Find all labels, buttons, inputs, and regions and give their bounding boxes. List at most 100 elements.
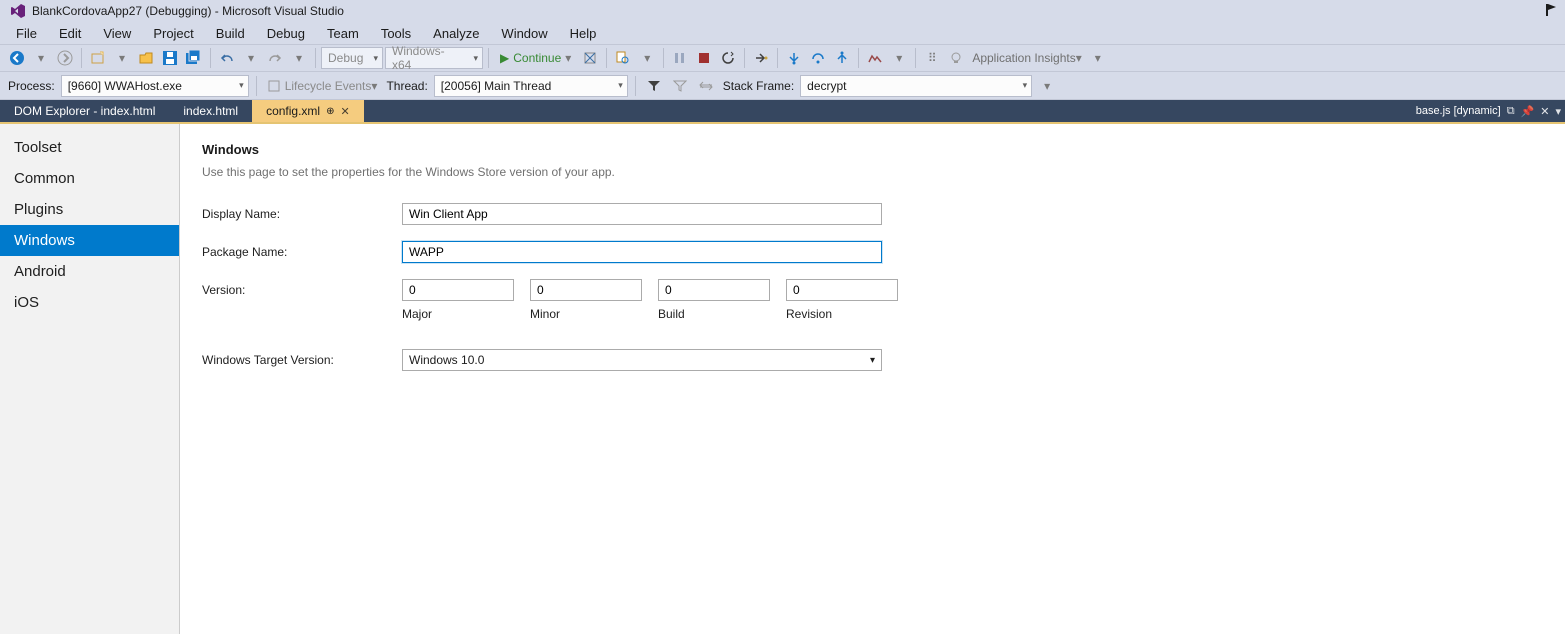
menu-view[interactable]: View xyxy=(93,24,141,43)
find-in-files-button[interactable] xyxy=(612,47,634,69)
section-description: Use this page to set the properties for … xyxy=(202,165,1543,179)
debug-toolbar: Process: [9660] WWAHost.exe Lifecycle Ev… xyxy=(0,72,1565,100)
target-version-dropdown[interactable]: Windows 10.0 xyxy=(402,349,882,371)
open-file-button[interactable] xyxy=(135,47,157,69)
stackframe-value: decrypt xyxy=(807,79,846,93)
dropdown-caret-icon[interactable]: ▾ xyxy=(288,47,310,69)
diagnostic-tools-button[interactable] xyxy=(864,47,886,69)
version-revision-input[interactable] xyxy=(786,279,898,301)
dropdown-caret-icon[interactable]: ▾ xyxy=(30,47,52,69)
process-value: [9660] WWAHost.exe xyxy=(68,79,182,93)
separator xyxy=(635,76,636,96)
sidebar-item-ios[interactable]: iOS xyxy=(0,287,179,318)
tab-config-active[interactable]: config.xml ⊕ ✕ xyxy=(252,100,364,122)
menu-analyze[interactable]: Analyze xyxy=(423,24,489,43)
menu-window[interactable]: Window xyxy=(491,24,557,43)
titlebar: BlankCordovaApp27 (Debugging) - Microsof… xyxy=(0,0,1565,22)
sidebar-item-toolset[interactable]: Toolset xyxy=(0,132,179,163)
grip-icon: ⠿ xyxy=(921,47,943,69)
tab-dom-explorer[interactable]: DOM Explorer - index.html xyxy=(0,100,169,122)
pause-button[interactable] xyxy=(669,47,691,69)
menu-build[interactable]: Build xyxy=(206,24,255,43)
filter-icon[interactable] xyxy=(643,75,665,97)
version-major-input[interactable] xyxy=(402,279,514,301)
restart-button[interactable] xyxy=(717,47,739,69)
preview-tab-label[interactable]: base.js [dynamic] xyxy=(1416,105,1501,117)
row-package-name: Package Name: xyxy=(202,241,1543,263)
config-content: Windows Use this page to set the propert… xyxy=(180,124,1565,634)
sidebar-item-common[interactable]: Common xyxy=(0,163,179,194)
nav-forward-button[interactable] xyxy=(54,47,76,69)
solution-config-dropdown[interactable]: Debug xyxy=(321,47,383,69)
stop-button[interactable] xyxy=(693,47,715,69)
version-revision-label: Revision xyxy=(786,307,898,321)
tab-label: DOM Explorer - index.html xyxy=(14,104,155,118)
toggle-filter-icon[interactable] xyxy=(669,75,691,97)
step-out-button[interactable] xyxy=(831,47,853,69)
menu-team[interactable]: Team xyxy=(317,24,369,43)
sidebar-item-windows[interactable]: Windows xyxy=(0,225,179,256)
tab-label: config.xml xyxy=(266,104,320,118)
save-all-button[interactable] xyxy=(183,47,205,69)
thread-label: Thread: xyxy=(384,79,429,93)
notification-flag-icon[interactable] xyxy=(1543,2,1559,18)
close-icon[interactable]: ✕ xyxy=(1540,105,1549,118)
package-name-label: Package Name: xyxy=(202,241,402,259)
dropdown-caret-icon[interactable]: ▾ xyxy=(888,47,910,69)
separator xyxy=(777,48,778,68)
row-display-name: Display Name: xyxy=(202,203,1543,225)
thread-dropdown[interactable]: [20056] Main Thread xyxy=(434,75,628,97)
menu-debug[interactable]: Debug xyxy=(257,24,315,43)
application-insights-label: Application Insights xyxy=(972,51,1075,65)
nav-back-button[interactable] xyxy=(6,47,28,69)
step-into-button[interactable] xyxy=(783,47,805,69)
lifecycle-events-button[interactable]: Lifecycle Events ▾ xyxy=(264,75,381,97)
continue-button[interactable]: ▶ Continue ▾ xyxy=(494,47,577,69)
show-next-statement-button[interactable] xyxy=(750,47,772,69)
process-dropdown[interactable]: [9660] WWAHost.exe xyxy=(61,75,249,97)
step-over-button[interactable] xyxy=(807,47,829,69)
menu-file[interactable]: File xyxy=(6,24,47,43)
undo-button[interactable] xyxy=(216,47,238,69)
version-major-label: Major xyxy=(402,307,514,321)
menu-project[interactable]: Project xyxy=(143,24,203,43)
tab-index[interactable]: index.html xyxy=(169,100,252,122)
overflow-caret-icon[interactable]: ▾ xyxy=(1087,47,1109,69)
overflow-caret-icon[interactable]: ▾ xyxy=(1036,75,1058,97)
row-target-version: Windows Target Version: Windows 10.0 xyxy=(202,349,1543,371)
visual-studio-icon xyxy=(10,3,26,19)
version-build-input[interactable] xyxy=(658,279,770,301)
package-name-input[interactable] xyxy=(402,241,882,263)
section-heading: Windows xyxy=(202,142,1543,157)
dropdown-caret-icon[interactable]: ▾ xyxy=(240,47,262,69)
close-icon[interactable]: ✕ xyxy=(341,105,350,118)
solution-platform-dropdown[interactable]: Windows-x64 xyxy=(385,47,483,69)
dropdown-caret-icon[interactable]: ▾ xyxy=(1555,105,1561,118)
separator xyxy=(81,48,82,68)
sidebar-item-plugins[interactable]: Plugins xyxy=(0,194,179,225)
new-project-button[interactable] xyxy=(87,47,109,69)
menu-edit[interactable]: Edit xyxy=(49,24,91,43)
row-version: Version: Major Minor Build xyxy=(202,279,1543,321)
browser-link-refresh-icon[interactable] xyxy=(579,47,601,69)
menubar: File Edit View Project Build Debug Team … xyxy=(0,22,1565,44)
editor-area: Toolset Common Plugins Windows Android i… xyxy=(0,122,1565,634)
menu-tools[interactable]: Tools xyxy=(371,24,421,43)
pin-icon[interactable]: ⊕ xyxy=(326,106,334,117)
save-button[interactable] xyxy=(159,47,181,69)
stackframe-dropdown[interactable]: decrypt xyxy=(800,75,1032,97)
sidebar-item-android[interactable]: Android xyxy=(0,256,179,287)
promote-tab-icon[interactable]: ⧉ xyxy=(1507,105,1515,118)
process-label: Process: xyxy=(6,79,57,93)
redo-button[interactable] xyxy=(264,47,286,69)
lightbulb-icon[interactable] xyxy=(945,47,967,69)
dropdown-caret-icon[interactable]: ▾ xyxy=(111,47,133,69)
display-name-input[interactable] xyxy=(402,203,882,225)
version-minor-input[interactable] xyxy=(530,279,642,301)
menu-help[interactable]: Help xyxy=(560,24,607,43)
separator xyxy=(606,48,607,68)
dropdown-caret-icon[interactable]: ▾ xyxy=(636,47,658,69)
swap-icon[interactable] xyxy=(695,75,717,97)
pin-icon[interactable]: 📌 xyxy=(1521,105,1535,118)
application-insights-button[interactable]: Application Insights ▾ xyxy=(969,47,1084,69)
